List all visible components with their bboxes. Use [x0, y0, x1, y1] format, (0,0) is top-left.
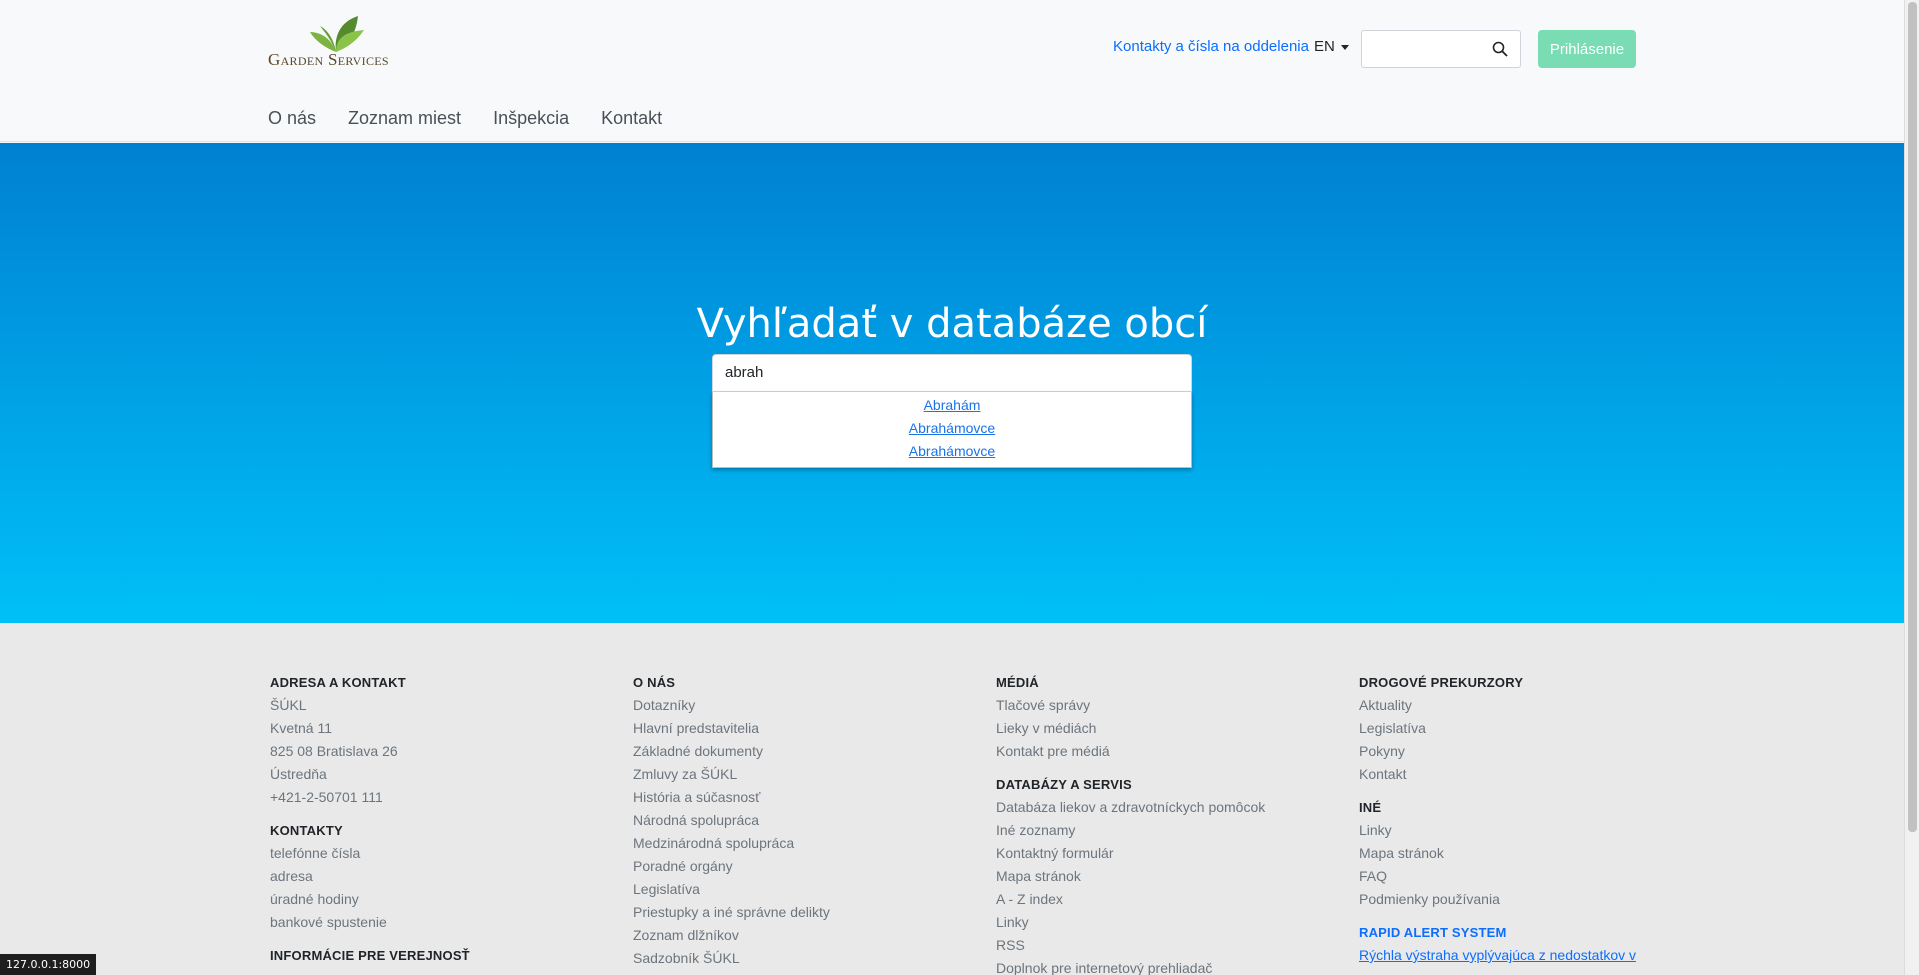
footer-link[interactable]: Linky [996, 911, 1265, 934]
suggestion-item[interactable]: Abrahámovce [713, 440, 1191, 463]
footer-heading: ADRESA A KONTAKT [270, 675, 406, 690]
footer-link[interactable]: Základné dokumenty [633, 740, 830, 763]
garden-services-logo[interactable]: Garden Services [268, 14, 404, 78]
rapid-alert-link[interactable]: Rýchla výstraha vyplývajúca z nedostatko… [1359, 944, 1636, 967]
footer-heading: DROGOVÉ PREKURZORY [1359, 675, 1524, 690]
footer-link[interactable]: Databáza liekov a zdravotníckych pomôcok [996, 796, 1265, 819]
footer-link[interactable]: telefónne čísla [270, 842, 470, 865]
footer-link[interactable]: História a súčasnosť [633, 786, 830, 809]
footer-link[interactable]: Linky [1359, 819, 1636, 842]
footer-link[interactable]: adresa [270, 865, 470, 888]
footer-link[interactable]: Aktuality [1359, 694, 1636, 717]
footer-link[interactable]: A - Z index [996, 888, 1265, 911]
suggestion-item[interactable]: Abrahám [713, 394, 1191, 417]
status-bar-url: 127.0.0.1:8000 [0, 954, 97, 975]
page-scrollbar[interactable] [1904, 0, 1919, 975]
footer-heading: DATABÁZY A SERVIS [996, 777, 1132, 792]
site-header: Garden Services Kontakty a čísla na odde… [0, 0, 1904, 142]
footer-link[interactable]: Sadzobník ŠÚKL [633, 947, 830, 970]
hero-section: Vyhľadať v databáze obcí abrah Abrahám A… [0, 143, 1904, 623]
autocomplete-suggestions: Abrahám Abrahámovce Abrahámovce [712, 392, 1192, 468]
suggestion-item[interactable]: Abrahámovce [713, 417, 1191, 440]
language-label: EN [1314, 38, 1335, 55]
nav-item-about[interactable]: O nás [268, 108, 316, 129]
header-search [1361, 30, 1521, 68]
footer-link[interactable]: Podmienky používania [1359, 888, 1636, 911]
footer-link[interactable]: úradné hodiny [270, 888, 470, 911]
municipality-search-input[interactable]: abrah [712, 354, 1192, 392]
footer-heading: INFORMÁCIE PRE VEREJNOSŤ [270, 948, 470, 963]
footer-link[interactable]: Pokyny [1359, 740, 1636, 763]
footer-text: Kvetná 11 [270, 720, 333, 736]
footer-link[interactable]: Dotazníky [633, 694, 830, 717]
footer-link[interactable]: bankové spustenie [270, 911, 470, 934]
footer-link[interactable]: Národná spolupráca [633, 809, 830, 832]
footer-heading: KONTAKTY [270, 823, 343, 838]
footer-link[interactable]: Tlačové správy [996, 694, 1265, 717]
footer-link[interactable]: Mapa stránok [1359, 842, 1636, 865]
caret-down-icon [1340, 44, 1349, 50]
footer-link[interactable]: Kontakt pre médiá [996, 740, 1265, 763]
footer-link[interactable]: Priestupky a iné správne delikty [633, 901, 830, 924]
footer-link[interactable]: FAQ [1359, 865, 1636, 888]
footer-link[interactable]: Poradné orgány [633, 855, 830, 878]
nav-item-places[interactable]: Zoznam miest [348, 108, 461, 129]
language-dropdown[interactable]: EN [1314, 38, 1349, 55]
footer-text: 825 08 Bratislava 26 [270, 743, 398, 759]
footer-link[interactable]: Lieky v médiách [996, 717, 1265, 740]
footer-text: +421-2-50701 111 [270, 789, 383, 805]
footer-heading: RAPID ALERT SYSTEM [1359, 925, 1507, 940]
footer-col-media: MÉDIÁ Tlačové správy Lieky v médiách Kon… [996, 675, 1265, 975]
footer-heading: MÉDIÁ [996, 675, 1039, 690]
footer-text: ŠÚKL [270, 697, 307, 713]
footer-col-about: O NÁS Dotazníky Hlavní predstavitelia Zá… [633, 675, 830, 975]
login-button[interactable]: Prihlásenie [1538, 30, 1636, 68]
footer-link[interactable]: Zoznam dlžníkov [633, 924, 830, 947]
nav-item-contact[interactable]: Kontakt [601, 108, 662, 129]
header-search-input[interactable] [1362, 31, 1482, 67]
footer-heading: O NÁS [633, 675, 676, 690]
main-nav: O nás Zoznam miest Inšpekcia Kontakt [268, 108, 694, 129]
footer-link[interactable]: Kontaktný formulár [996, 842, 1265, 865]
site-footer: ADRESA A KONTAKT ŠÚKL Kvetná 11 825 08 B… [0, 623, 1904, 975]
nav-item-inspection[interactable]: Inšpekcia [493, 108, 569, 129]
footer-link[interactable]: Hlavní predstavitelia [633, 717, 830, 740]
footer-link[interactable]: Medzinárodná spolupráca [633, 832, 830, 855]
footer-link[interactable]: Legislatíva [1359, 717, 1636, 740]
footer-text: Ústredňa [270, 766, 327, 782]
leaf-logo-icon [310, 16, 364, 52]
footer-link[interactable]: Kontakt [1359, 763, 1636, 786]
hero-title: Vyhľadať v databáze obcí [696, 301, 1208, 347]
contacts-departments-link[interactable]: Kontakty a čísla na oddelenia [1113, 38, 1309, 55]
footer-col-contact: ADRESA A KONTAKT ŠÚKL Kvetná 11 825 08 B… [270, 675, 470, 975]
footer-link[interactable]: Doplnok pre internetový prehliadač [996, 957, 1265, 975]
footer-col-precursors: DROGOVÉ PREKURZORY Aktuality Legislatíva… [1359, 675, 1636, 975]
footer-link[interactable]: RSS [996, 934, 1265, 957]
footer-link[interactable]: Iné zoznamy [996, 819, 1265, 842]
footer-link[interactable]: Zmluvy za ŠÚKL [633, 763, 830, 786]
scrollbar-thumb[interactable] [1908, 2, 1917, 832]
logo-text: Garden Services [268, 50, 389, 69]
footer-link[interactable]: Legislatíva [633, 878, 830, 901]
footer-link[interactable]: Mapa stránok [996, 865, 1265, 888]
footer-heading: INÉ [1359, 800, 1382, 815]
search-icon[interactable] [1492, 41, 1508, 62]
